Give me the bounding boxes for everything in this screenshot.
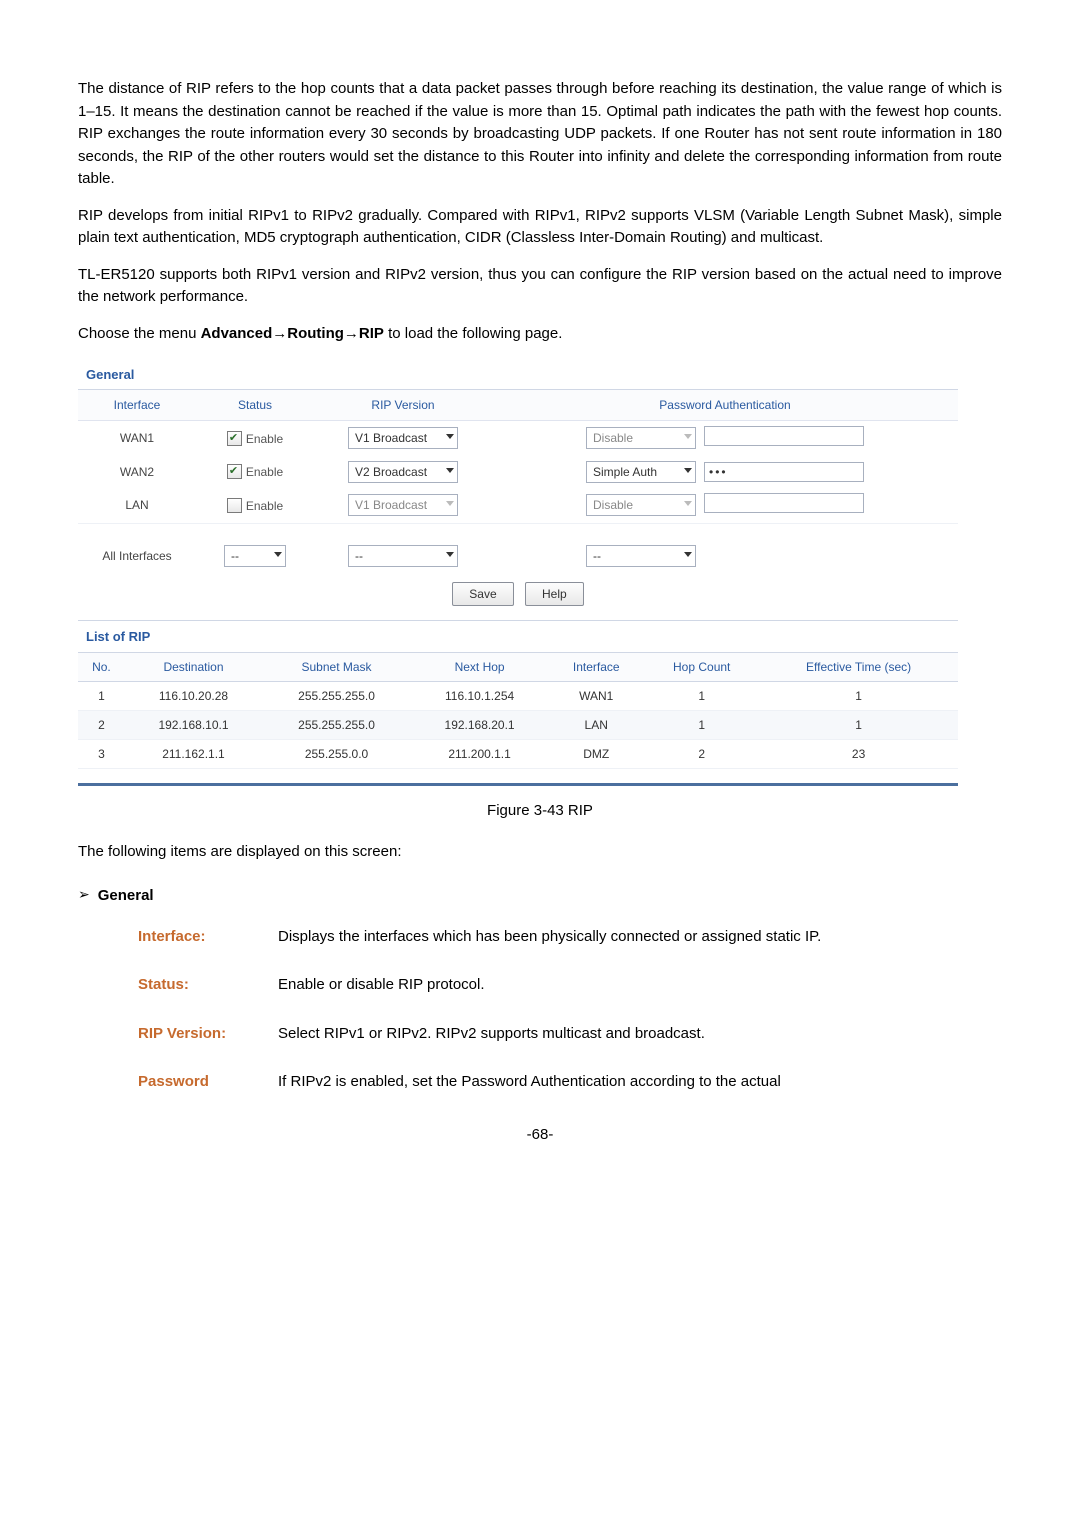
chevron-down-icon [684,501,692,506]
col-interface: Interface [78,390,196,421]
col-next-hop: Next Hop [411,653,548,682]
def-term: Interface: [138,926,278,949]
def-desc: Enable or disable RIP protocol. [278,974,1002,997]
def-desc: Displays the interfaces which has been p… [278,926,1002,949]
table-row: 1 116.10.20.28 255.255.255.0 116.10.1.25… [78,682,958,711]
auth-password-input[interactable]: ••• [704,462,864,482]
paragraph-rip-distance: The distance of RIP refers to the hop co… [78,78,1002,191]
rip-version-select[interactable]: V1 Broadcast [348,427,458,449]
general-row-lan: LAN Enable V1 Broadcast Disable [78,488,958,524]
following-items-text: The following items are displayed on thi… [78,841,1002,864]
menu-path-suffix: to load the following page. [384,325,562,342]
menu-path-bold: Advanced→Routing→RIP [201,325,384,342]
rip-version-select[interactable]: V2 Broadcast [348,461,458,483]
all-interfaces-label: All Interfaces [78,540,196,572]
triangle-bullet-icon: ➢ [78,884,90,905]
auth-mode-select[interactable]: Disable [586,494,696,516]
col-destination: Destination [125,653,262,682]
general-row-wan2: WAN2 Enable V2 Broadcast Simple Auth ••• [78,456,958,488]
all-rip-version-select[interactable]: -- [348,545,458,567]
enable-label: Enable [246,465,283,479]
list-header-row: No. Destination Subnet Mask Next Hop Int… [78,653,958,682]
general-header-row: Interface Status RIP Version Password Au… [78,390,958,421]
table-row: 2 192.168.10.1 255.255.255.0 192.168.20.… [78,711,958,740]
def-term: RIP Version: [138,1023,278,1046]
section-title-list: List of RIP [78,621,958,651]
general-bullet: ➢ General [78,885,1002,908]
chevron-down-icon [446,434,454,439]
definitions-list: Interface: Displays the interfaces which… [138,926,1002,1094]
general-row-all-interfaces: All Interfaces -- -- -- [78,540,958,572]
enable-label: Enable [246,498,283,512]
section-title-general: General [78,359,958,390]
general-heading: General [98,887,154,904]
col-effective-time: Effective Time (sec) [759,653,958,682]
paragraph-rip-versions: RIP develops from initial RIPv1 to RIPv2… [78,205,1002,250]
chevron-down-icon [684,552,692,557]
col-no: No. [78,653,125,682]
auth-mode-select[interactable]: Simple Auth [586,461,696,483]
def-desc: If RIPv2 is enabled, set the Password Au… [278,1071,1002,1094]
paragraph-tl-er5120: TL-ER5120 supports both RIPv1 version an… [78,264,1002,309]
col-interface: Interface [548,653,644,682]
all-auth-select[interactable]: -- [586,545,696,567]
def-row-interface: Interface: Displays the interfaces which… [138,926,1002,949]
table-row: 3 211.162.1.1 255.255.0.0 211.200.1.1 DM… [78,740,958,769]
help-button[interactable]: Help [525,582,584,606]
general-table: Interface Status RIP Version Password Au… [78,390,958,572]
col-subnet-mask: Subnet Mask [262,653,411,682]
enable-label: Enable [246,431,283,445]
col-rip-version: RIP Version [314,390,492,421]
def-desc: Select RIPv1 or RIPv2. RIPv2 supports mu… [278,1023,1002,1046]
col-hop-count: Hop Count [644,653,759,682]
auth-password-input[interactable] [704,493,864,513]
chevron-down-icon [684,468,692,473]
rip-config-panel: General Interface Status RIP Version Pas… [78,359,958,786]
col-password-auth: Password Authentication [492,390,958,421]
def-row-status: Status: Enable or disable RIP protocol. [138,974,1002,997]
figure-caption: Figure 3-43 RIP [78,800,1002,823]
chevron-down-icon [446,501,454,506]
chevron-down-icon [446,552,454,557]
iface-label: LAN [78,488,196,524]
enable-checkbox[interactable] [227,464,242,479]
enable-checkbox[interactable] [227,431,242,446]
menu-path-prefix: Choose the menu [78,325,201,342]
page-number: -68- [78,1124,1002,1147]
chevron-down-icon [684,434,692,439]
chevron-down-icon [446,468,454,473]
button-row: Save Help [78,572,958,621]
rip-list-table: No. Destination Subnet Mask Next Hop Int… [78,652,958,769]
def-term: Password [138,1071,278,1094]
paragraph-menu-path: Choose the menu Advanced→Routing→RIP to … [78,323,1002,346]
def-row-rip-version: RIP Version: Select RIPv1 or RIPv2. RIPv… [138,1023,1002,1046]
general-row-wan1: WAN1 Enable V1 Broadcast Disable [78,420,958,456]
auth-password-input[interactable] [704,426,864,446]
auth-mode-select[interactable]: Disable [586,427,696,449]
rip-version-select[interactable]: V1 Broadcast [348,494,458,516]
enable-checkbox[interactable] [227,498,242,513]
def-row-password: Password If RIPv2 is enabled, set the Pa… [138,1071,1002,1094]
def-term: Status: [138,974,278,997]
iface-label: WAN1 [78,420,196,456]
col-status: Status [196,390,314,421]
save-button[interactable]: Save [452,582,513,606]
iface-label: WAN2 [78,456,196,488]
all-status-select[interactable]: -- [224,545,286,567]
chevron-down-icon [274,552,282,557]
